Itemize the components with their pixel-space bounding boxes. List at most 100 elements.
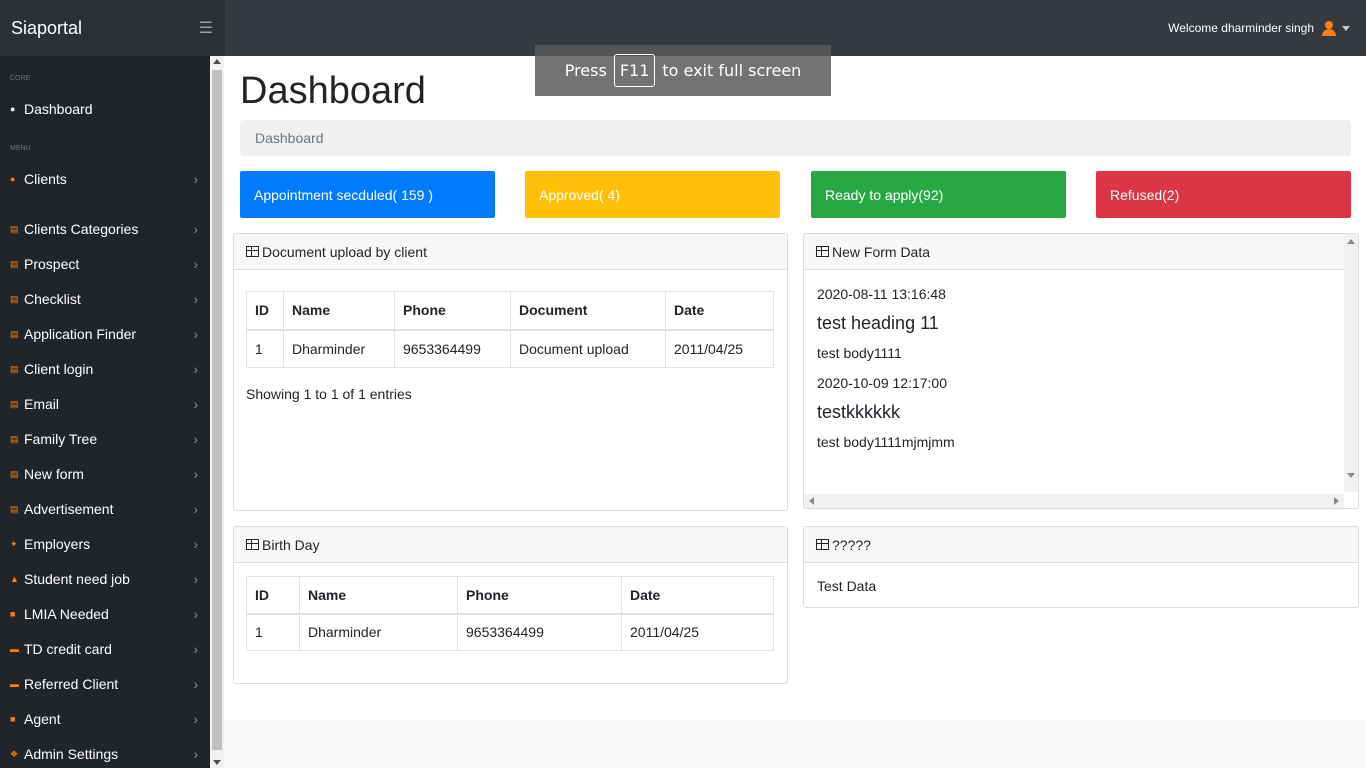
sidebar-item-email[interactable]: ▤ Email › (0, 389, 210, 419)
card-horizontal-scrollbar[interactable] (804, 494, 1344, 508)
column-header[interactable]: Name (283, 291, 395, 331)
document-table: ID Name Phone Document Date 1 Dharminder… (246, 291, 774, 368)
sidebar-item-family-tree[interactable]: ▤ Family Tree › (0, 424, 210, 454)
credit-card-icon: ▬ (10, 679, 19, 689)
scrollbar-thumb[interactable] (212, 70, 222, 750)
stat-refused[interactable]: Refused(2) (1096, 171, 1351, 218)
card-title: New Form Data (832, 243, 931, 260)
sidebar-item-checklist[interactable]: ▤ Checklist › (0, 284, 210, 314)
hamburger-icon[interactable]: ☰ (199, 18, 213, 38)
sidebar-item-label: Checklist (24, 291, 81, 307)
card-header: Document upload by client (234, 234, 787, 270)
lock-icon: ■ (10, 609, 16, 619)
form-entry-date: 2020-10-09 12:17:00 (817, 375, 947, 391)
column-header[interactable]: Document (510, 291, 666, 331)
stat-approved[interactable]: Approved( 4) (525, 171, 780, 218)
table-cell: 9653364499 (457, 613, 622, 651)
columns-icon: ▤ (10, 293, 19, 304)
sidebar-scrollbar[interactable] (210, 56, 224, 768)
caret-down-icon (1342, 25, 1350, 31)
chevron-right-icon: › (193, 676, 198, 692)
card-header: ????? (804, 527, 1358, 563)
welcome-text: Welcome dharminder singh (1168, 21, 1314, 35)
card-vertical-scrollbar[interactable] (1344, 234, 1358, 492)
chevron-right-icon: › (193, 536, 198, 552)
table-cell: 1 (246, 329, 284, 368)
brand-logo[interactable]: Siaportal (11, 18, 82, 39)
chevron-right-icon: › (193, 641, 198, 657)
scroll-left-icon[interactable] (809, 497, 814, 505)
misc-card: ????? Test Data (803, 526, 1359, 608)
brand-area: Siaportal ☰ (0, 0, 225, 56)
table-header-row: ID Name Phone Document Date (246, 291, 774, 331)
scroll-up-icon[interactable] (1347, 239, 1355, 244)
columns-icon: ▤ (10, 223, 19, 234)
scroll-up-icon[interactable] (213, 59, 221, 64)
chevron-right-icon: › (193, 466, 198, 482)
column-header[interactable]: Phone (394, 291, 511, 331)
sidebar-item-label: Family Tree (24, 431, 98, 447)
sidebar-item-label: Email (24, 396, 60, 412)
column-header[interactable]: Phone (457, 576, 622, 615)
sidebar-item-agent[interactable]: ■ Agent › (0, 704, 210, 734)
chevron-right-icon: › (193, 746, 198, 762)
table-icon (246, 246, 259, 257)
sidebar-item-label: Student need job (24, 571, 130, 587)
sidebar-item-td-credit-card[interactable]: ▬ TD credit card › (0, 634, 210, 664)
briefcase-icon: ■ (10, 714, 16, 724)
columns-icon: ▤ (10, 468, 19, 479)
sidebar-item-student-need-job[interactable]: ▲ Student need job › (0, 564, 210, 594)
scroll-down-icon[interactable] (1347, 473, 1355, 478)
columns-icon: ▤ (10, 398, 19, 409)
card-body-text: Test Data (817, 578, 877, 594)
sidebar-item-admin-settings[interactable]: ❖ Admin Settings › (0, 739, 210, 768)
user-menu[interactable]: Welcome dharminder singh (1168, 21, 1366, 36)
sidebar-item-label: New form (24, 466, 84, 482)
form-entry-date: 2020-08-11 13:16:48 (817, 286, 946, 302)
sidebar-item-label: Employers (24, 536, 91, 552)
sidebar-item-advertisement[interactable]: ▤ Advertisement › (0, 494, 210, 524)
column-header[interactable]: Date (621, 576, 774, 615)
chevron-right-icon: › (193, 171, 198, 187)
sidebar-item-label: LMIA Needed (24, 606, 109, 622)
table-cell: 2011/04/25 (621, 613, 774, 651)
table-header-row: ID Name Phone Date (246, 576, 774, 615)
card-title: ????? (832, 536, 871, 553)
chevron-right-icon: › (193, 501, 198, 517)
column-header[interactable]: Date (665, 291, 774, 331)
graduation-cap-icon: ▲ (10, 574, 19, 584)
card-title: Document upload by client (262, 243, 427, 260)
sidebar-item-lmia-needed[interactable]: ■ LMIA Needed › (0, 599, 210, 629)
breadcrumb: Dashboard (240, 120, 1351, 156)
table-cell: 2011/04/25 (665, 329, 774, 368)
column-header[interactable]: ID (246, 576, 300, 615)
sidebar-item-application-finder[interactable]: ▤ Application Finder › (0, 319, 210, 349)
toast-press: Press (564, 61, 607, 80)
scroll-down-icon[interactable] (213, 760, 221, 765)
stat-appointments[interactable]: Appointment secduled( 159 ) (240, 171, 495, 218)
sidebar-item-label: Referred Client (24, 676, 119, 692)
sidebar-item-clients[interactable]: ● Clients › (0, 164, 210, 194)
stat-ready-to-apply[interactable]: Ready to apply(92) (811, 171, 1066, 218)
table-row: 1 Dharminder 9653364499 2011/04/25 (246, 613, 774, 651)
columns-icon: ▤ (10, 433, 19, 444)
table-row: 1 Dharminder 9653364499 Document upload … (246, 329, 774, 368)
scroll-right-icon[interactable] (1334, 497, 1339, 505)
column-header[interactable]: ID (246, 291, 284, 331)
sidebar-item-label: Client login (24, 361, 94, 377)
sidebar-item-dashboard[interactable]: ● Dashboard (0, 94, 210, 124)
sidebar-item-referred-client[interactable]: ▬ Referred Client › (0, 669, 210, 699)
sidebar-item-label: Clients (24, 171, 67, 187)
toast-key: F11 (613, 54, 656, 87)
sidebar-item-new-form[interactable]: ▤ New form › (0, 459, 210, 489)
sidebar-item-prospect[interactable]: ▤ Prospect › (0, 249, 210, 279)
user-icon (1322, 21, 1336, 36)
breadcrumb-item[interactable]: Dashboard (255, 130, 324, 146)
chevron-right-icon: › (193, 606, 198, 622)
chevron-right-icon: › (193, 711, 198, 727)
sidebar-item-clients-categories[interactable]: ▤ Clients Categories › (0, 214, 210, 244)
sidebar-item-employers[interactable]: ✦ Employers › (0, 529, 210, 559)
sidebar-item-client-login[interactable]: ▤ Client login › (0, 354, 210, 384)
column-header[interactable]: Name (299, 576, 458, 615)
credit-card-icon: ▬ (10, 644, 19, 654)
